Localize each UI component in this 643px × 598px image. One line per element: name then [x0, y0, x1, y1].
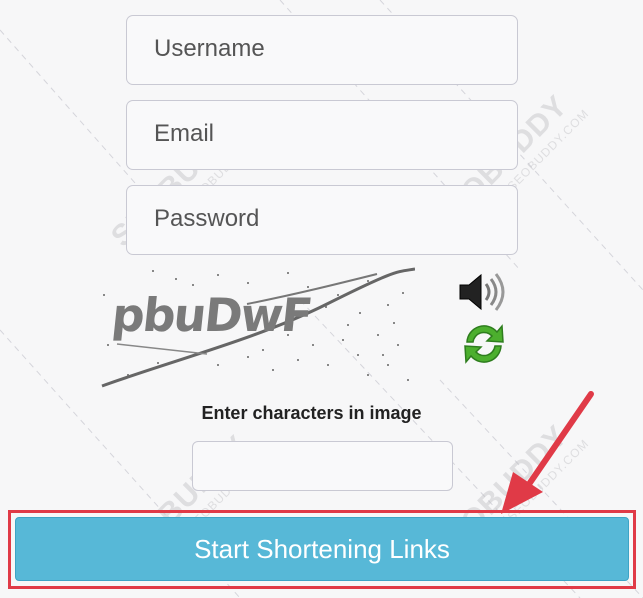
- signup-page: SEOBUDDY WWW.SEOBUDDY.COM SEOBUDDY WWW.S…: [0, 0, 643, 598]
- captcha-input[interactable]: [192, 441, 453, 491]
- speaker-icon[interactable]: [457, 270, 509, 314]
- start-shortening-button[interactable]: Start Shortening Links: [15, 517, 629, 581]
- password-placeholder: Password: [154, 205, 260, 232]
- username-placeholder: Username: [154, 35, 265, 62]
- refresh-icon[interactable]: [459, 320, 509, 368]
- username-field[interactable]: Username: [126, 15, 518, 85]
- password-field[interactable]: Password: [126, 185, 518, 255]
- captcha-label: Enter characters in image: [201, 403, 422, 423]
- email-placeholder: Email: [154, 120, 215, 147]
- email-field[interactable]: Email: [126, 100, 518, 170]
- captcha-text: pbuDwF: [109, 288, 314, 342]
- captcha-image: pbuDwF: [97, 264, 415, 388]
